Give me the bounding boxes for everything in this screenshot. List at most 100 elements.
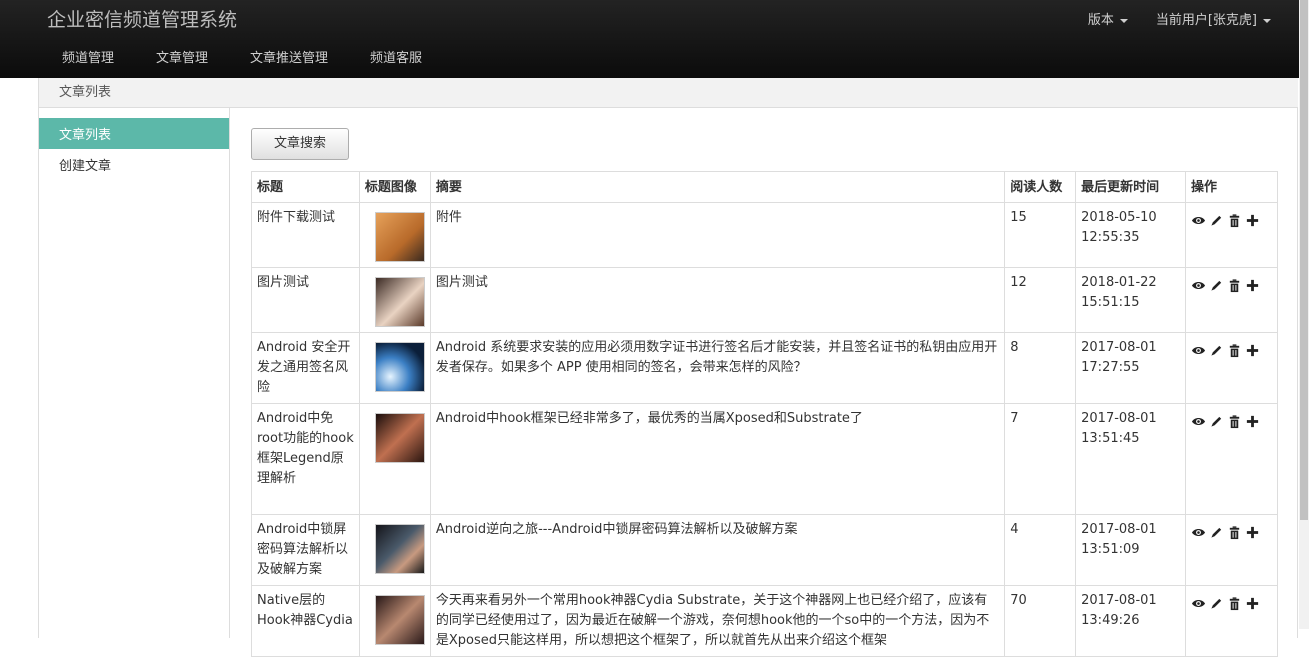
trash-icon[interactable] — [1227, 213, 1242, 228]
cell-updated: 2017-08-01 13:51:45 — [1075, 403, 1186, 515]
user-dropdown[interactable]: 当前用户[张克虎] — [1156, 9, 1271, 28]
cell-title[interactable]: Android中锁屏密码算法解析以及破解方案 — [251, 514, 360, 586]
caret-down-icon — [1119, 18, 1128, 23]
top-navbar: 企业密信频道管理系统 频道管理 文章管理 文章推送管理 频道客服 版本 当前用户… — [0, 0, 1299, 78]
header-summary: 摘要 — [429, 171, 1006, 203]
pencil-icon[interactable] — [1209, 414, 1224, 429]
cell-actions — [1185, 332, 1278, 404]
cell-image — [358, 403, 431, 515]
eye-icon[interactable] — [1191, 414, 1206, 429]
cell-updated: 2017-08-01 13:51:09 — [1075, 514, 1186, 586]
breadcrumb: 文章列表 — [39, 78, 1298, 108]
article-thumbnail[interactable] — [374, 277, 425, 327]
eye-icon[interactable] — [1191, 343, 1206, 358]
table-row: Android 安全开发之通用签名风险 Android 系统要求安装的应用必须用数… — [251, 332, 1278, 404]
article-thumbnail[interactable] — [374, 342, 425, 392]
cell-updated: 2018-01-22 15:51:15 — [1075, 267, 1186, 333]
cell-summary: 今天再来看另外一个常用hook神器Cydia Substrate，关于这个神器网… — [429, 585, 1006, 657]
cell-reads: 7 — [1004, 403, 1077, 515]
cell-reads: 8 — [1004, 332, 1077, 404]
caret-down-icon — [1263, 18, 1271, 23]
cell-actions — [1185, 514, 1278, 586]
cell-summary: Android 系统要求安装的应用必须用数字证书进行签名后才能安装，并且签名证书… — [429, 332, 1006, 404]
sidebar-item-article-list[interactable]: 文章列表 — [39, 118, 229, 149]
header-reads: 阅读人数 — [1004, 171, 1077, 203]
cell-updated: 2018-05-10 12:55:35 — [1075, 202, 1186, 268]
table-row: Native层的Hook神器Cydia 今天再来看另外一个常用hook神器Cydi… — [251, 585, 1278, 657]
cell-actions — [1185, 585, 1278, 657]
eye-icon[interactable] — [1191, 596, 1206, 611]
user-label: 当前用户[张克虎] — [1155, 13, 1257, 28]
main-panel: 文章列表 文章列表 创建文章 文章搜索 标题 标题图像 摘要 阅读人数 最后更新… — [38, 78, 1298, 657]
cell-actions — [1185, 267, 1278, 333]
header-updated: 最后更新时间 — [1075, 171, 1186, 203]
article-thumbnail[interactable] — [374, 413, 425, 463]
pencil-icon[interactable] — [1209, 525, 1224, 540]
article-search-button[interactable]: 文章搜索 — [251, 128, 349, 160]
sidebar: 文章列表 创建文章 — [39, 108, 230, 638]
cell-reads: 15 — [1004, 202, 1077, 268]
nav-channel-management[interactable]: 频道管理 — [62, 47, 114, 66]
cell-title[interactable]: Android中免root功能的hook框架Legend原理解析 — [251, 403, 360, 515]
plus-icon[interactable] — [1245, 525, 1260, 540]
plus-icon[interactable] — [1245, 278, 1260, 293]
table-row: Android中免root功能的hook框架Legend原理解析 Android中… — [251, 403, 1278, 515]
scrollbar-thumb[interactable] — [1300, 0, 1308, 520]
cell-summary: Android逆向之旅---Android中锁屏密码算法解析以及破解方案 — [429, 514, 1006, 586]
page-scrollbar[interactable] — [1299, 0, 1309, 629]
trash-icon[interactable] — [1227, 414, 1242, 429]
cell-title[interactable]: Native层的Hook神器Cydia — [251, 585, 360, 657]
pencil-icon[interactable] — [1209, 278, 1224, 293]
trash-icon[interactable] — [1227, 596, 1242, 611]
pencil-icon[interactable] — [1209, 596, 1224, 611]
article-thumbnail[interactable] — [374, 595, 425, 645]
table-row: Android中锁屏密码算法解析以及破解方案 Android逆向之旅---Andr… — [251, 514, 1278, 586]
table-row: 附件下载测试 附件 15 2018-05-10 12:55:35 — [251, 202, 1278, 268]
article-thumbnail[interactable] — [374, 524, 425, 574]
cell-updated: 2017-08-01 13:49:26 — [1075, 585, 1186, 657]
cell-image — [358, 202, 431, 268]
cell-reads: 4 — [1004, 514, 1077, 586]
pencil-icon[interactable] — [1209, 343, 1224, 358]
user-menu-area: 版本 当前用户[张克虎] — [1088, 9, 1299, 28]
nav-article-management[interactable]: 文章管理 — [156, 47, 208, 66]
header-title: 标题 — [251, 171, 360, 203]
eye-icon[interactable] — [1191, 213, 1206, 228]
sidebar-item-create-article[interactable]: 创建文章 — [39, 149, 229, 180]
nav-article-push-management[interactable]: 文章推送管理 — [250, 47, 328, 66]
main-nav: 频道管理 文章管理 文章推送管理 频道客服 — [48, 47, 450, 66]
plus-icon[interactable] — [1245, 596, 1260, 611]
cell-summary: 附件 — [429, 202, 1006, 268]
version-dropdown[interactable]: 版本 — [1088, 9, 1128, 28]
trash-icon[interactable] — [1227, 343, 1242, 358]
trash-icon[interactable] — [1227, 278, 1242, 293]
cell-updated: 2017-08-01 17:27:55 — [1075, 332, 1186, 404]
cell-reads: 12 — [1004, 267, 1077, 333]
app-title[interactable]: 企业密信频道管理系统 — [47, 5, 237, 32]
cell-title[interactable]: Android 安全开发之通用签名风险 — [251, 332, 360, 404]
cell-actions — [1185, 202, 1278, 268]
cell-title[interactable]: 附件下载测试 — [251, 202, 360, 268]
nav-channel-support[interactable]: 频道客服 — [370, 47, 422, 66]
pencil-icon[interactable] — [1209, 213, 1224, 228]
cell-title[interactable]: 图片测试 — [251, 267, 360, 333]
cell-actions — [1185, 403, 1278, 515]
version-label: 版本 — [1087, 13, 1114, 28]
eye-icon[interactable] — [1191, 278, 1206, 293]
table-row: 图片测试 图片测试 12 2018-01-22 15:51:15 — [251, 267, 1278, 333]
plus-icon[interactable] — [1245, 213, 1260, 228]
cell-summary: 图片测试 — [429, 267, 1006, 333]
table-header-row: 标题 标题图像 摘要 阅读人数 最后更新时间 操作 — [251, 171, 1278, 203]
cell-summary: Android中hook框架已经非常多了，最优秀的当属Xposed和Substr… — [429, 403, 1006, 515]
header-actions: 操作 — [1185, 171, 1278, 203]
cell-image — [358, 585, 431, 657]
article-table: 标题 标题图像 摘要 阅读人数 最后更新时间 操作 附件下载测试 附件 15 2018… — [251, 171, 1278, 657]
eye-icon[interactable] — [1191, 525, 1206, 540]
plus-icon[interactable] — [1245, 414, 1260, 429]
cell-image — [358, 514, 431, 586]
cell-image — [358, 267, 431, 333]
plus-icon[interactable] — [1245, 343, 1260, 358]
cell-reads: 70 — [1004, 585, 1077, 657]
trash-icon[interactable] — [1227, 525, 1242, 540]
article-thumbnail[interactable] — [374, 212, 425, 262]
